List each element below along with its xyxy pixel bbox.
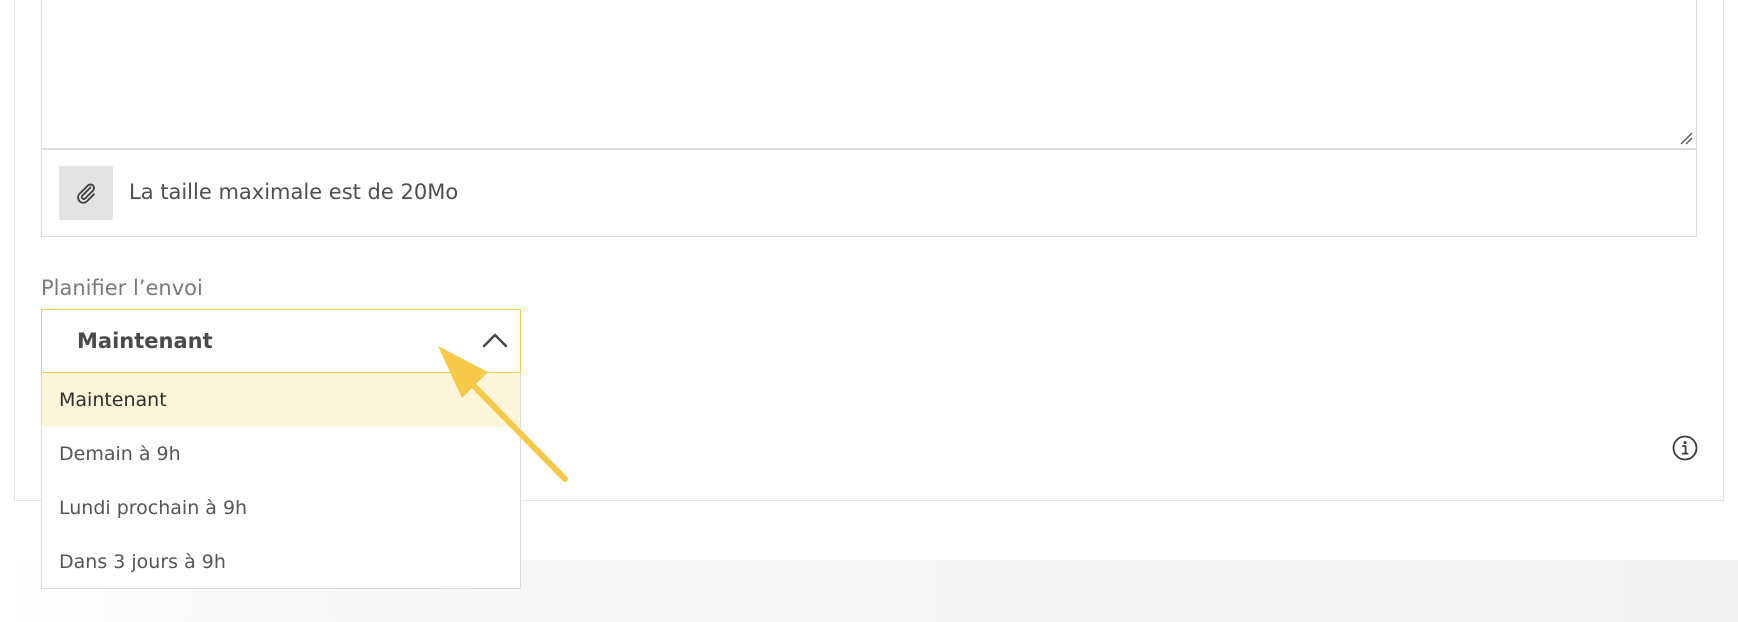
resize-handle-icon[interactable]	[1679, 131, 1693, 145]
schedule-dropdown-list: Maintenant Demain à 9h Lundi prochain à …	[41, 373, 521, 589]
page: { "attachment": { "icon": "paperclip-ico…	[0, 0, 1738, 622]
schedule-selected-value: Maintenant	[77, 329, 213, 353]
dropdown-option-now[interactable]: Maintenant	[42, 373, 520, 427]
attachment-size-hint: La taille maximale est de 20Mo	[129, 180, 459, 204]
schedule-select[interactable]: Maintenant	[41, 309, 521, 373]
chevron-up-icon[interactable]	[482, 329, 508, 351]
dropdown-option-tomorrow[interactable]: Demain à 9h	[42, 427, 520, 481]
dropdown-option-next-monday[interactable]: Lundi prochain à 9h	[42, 481, 520, 535]
info-icon[interactable]	[1671, 434, 1699, 462]
paperclip-icon	[77, 183, 95, 204]
attach-file-button[interactable]	[59, 166, 113, 220]
message-textarea[interactable]	[41, 0, 1697, 149]
schedule-label: Planifier l’envoi	[41, 276, 203, 300]
dropdown-option-in-3-days[interactable]: Dans 3 jours à 9h	[42, 535, 520, 589]
attachment-row: La taille maximale est de 20Mo	[41, 149, 1697, 237]
